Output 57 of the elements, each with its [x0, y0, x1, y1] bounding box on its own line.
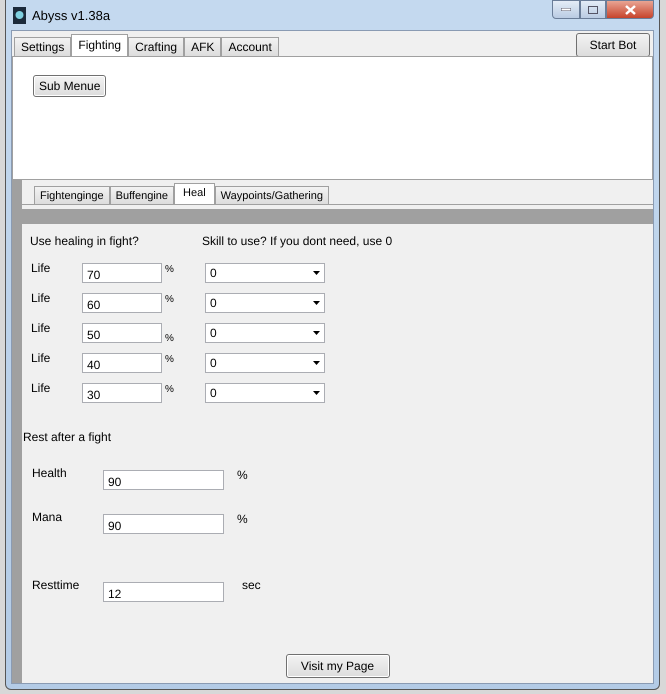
skill-dropdown[interactable]: 0 [205, 353, 325, 373]
window-title: Abyss v1.38a [32, 8, 110, 22]
field-label: Life [31, 320, 52, 335]
app-icon [13, 6, 26, 24]
dropdown-arrow-icon [313, 391, 320, 395]
tab[interactable]: Account [221, 37, 279, 56]
tab[interactable]: Settings [14, 37, 72, 56]
maximize-button[interactable] [580, 0, 606, 19]
close-icon [624, 4, 636, 14]
unit-label: % [164, 332, 175, 344]
tab[interactable]: Fightenginge [34, 186, 110, 204]
tab[interactable]: AFK [184, 37, 222, 56]
skill-dropdown[interactable]: 0 [205, 323, 325, 343]
section-heading: Rest after a fight [23, 430, 112, 444]
input-field[interactable]: 12 [103, 582, 224, 602]
minimize-button[interactable] [552, 0, 580, 19]
section-heading: Skill to use? If you dont need, use 0 [202, 234, 392, 248]
sub-menu-button[interactable]: Sub Menue [33, 75, 106, 97]
unit-label: % [164, 383, 175, 395]
dropdown-arrow-icon [313, 331, 320, 335]
input-field[interactable]: 50 [82, 323, 162, 343]
maximize-icon [588, 6, 598, 14]
input-field[interactable]: 40 [82, 353, 162, 373]
input-field[interactable]: 90 [103, 470, 224, 490]
dropdown-arrow-icon [313, 301, 320, 305]
unit-label: % [164, 353, 175, 365]
section-heading: Use healing in fight? [30, 234, 140, 248]
unit-label: sec [241, 577, 261, 592]
unit-label: % [236, 467, 248, 482]
dropdown-arrow-icon [313, 271, 320, 275]
tab[interactable]: Heal [174, 183, 215, 204]
field-label: Resttime [32, 577, 80, 592]
minimize-icon [561, 8, 571, 11]
skill-dropdown[interactable]: 0 [205, 263, 325, 283]
field-label: Life [31, 290, 52, 305]
field-label: Mana [32, 509, 64, 524]
unit-label: % [164, 263, 175, 275]
field-label: Life [31, 380, 52, 395]
unit-label: % [236, 511, 248, 526]
field-label: Life [31, 350, 52, 365]
skill-dropdown[interactable]: 0 [205, 383, 325, 403]
input-field[interactable]: 90 [103, 514, 224, 534]
unit-label: % [164, 293, 175, 305]
input-field[interactable]: 60 [82, 293, 162, 313]
dropdown-arrow-icon [313, 361, 320, 365]
close-button[interactable] [606, 0, 654, 19]
skill-dropdown[interactable]: 0 [205, 293, 325, 313]
field-label: Health [32, 465, 68, 480]
tab[interactable]: Buffengine [110, 186, 174, 204]
tab[interactable]: Fighting [71, 34, 128, 56]
input-field[interactable]: 30 [82, 383, 162, 403]
visit-page-button[interactable]: Visit my Page [286, 654, 390, 678]
start-button[interactable]: Start Bot [576, 33, 650, 57]
tab[interactable]: Crafting [128, 37, 184, 56]
input-field[interactable]: 70 [82, 263, 162, 283]
field-label: Life [31, 260, 52, 275]
tab[interactable]: Waypoints/Gathering [214, 186, 329, 204]
